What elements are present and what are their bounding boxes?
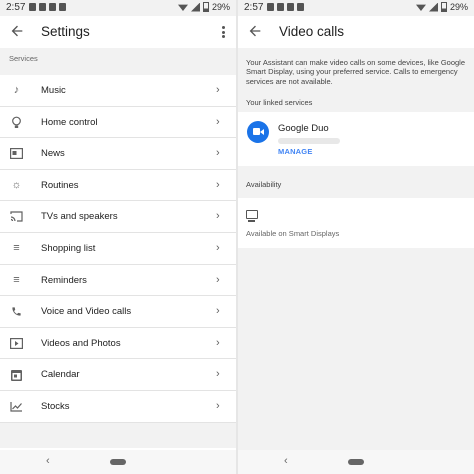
back-arrow-icon[interactable]: [247, 23, 263, 39]
list-item-news[interactable]: News ›: [0, 138, 236, 170]
chevron-right-icon: ›: [216, 115, 220, 128]
phone-icon: [10, 305, 23, 318]
wifi-icon: [415, 4, 426, 11]
chevron-right-icon: ›: [216, 273, 220, 286]
wifi-icon: [177, 4, 188, 11]
list-item-label: Voice and Video calls: [41, 306, 132, 318]
redacted-account: [278, 138, 340, 144]
list-item-label: Routines: [41, 179, 79, 191]
music-note-icon: ♪: [13, 84, 20, 96]
status-bar: 2:57 29%: [238, 0, 474, 16]
chevron-right-icon: ›: [216, 241, 220, 254]
services-list: ♪ Music › Home control › News › ☼ Routin…: [0, 75, 236, 423]
chevron-right-icon: ›: [216, 84, 220, 96]
google-duo-icon: [247, 121, 269, 143]
availability-header: Availability: [246, 180, 282, 189]
status-time: 2:57: [244, 2, 264, 13]
battery-percent: 29%: [211, 2, 230, 12]
list-item-label: News: [41, 148, 65, 160]
list-item-label: Home control: [41, 116, 98, 128]
availability-text: Available on Smart Displays: [246, 229, 340, 238]
navigation-bar: ‹: [238, 450, 474, 474]
news-icon: [10, 147, 23, 160]
list-item-label: Reminders: [41, 274, 87, 286]
list-item-calendar[interactable]: Calendar ›: [0, 359, 236, 391]
settings-list-area: Services ♪ Music › Home control › News ›…: [0, 48, 236, 448]
list-item-label: TVs and speakers: [41, 211, 118, 223]
lightbulb-icon: [10, 116, 23, 129]
list-item-label: Shopping list: [41, 242, 96, 254]
chevron-right-icon: ›: [216, 178, 220, 191]
linked-services-header: Your linked services: [246, 98, 313, 107]
list-item-label: Calendar: [41, 369, 80, 381]
navigation-bar: ‹: [0, 450, 236, 474]
page-title: Video calls: [279, 24, 345, 39]
status-bar: 2:57 29%: [0, 0, 236, 16]
list-item-reminders[interactable]: ≡ Reminders ›: [0, 264, 236, 297]
chevron-right-icon: ›: [216, 368, 220, 381]
cast-icon: [10, 210, 23, 223]
list-item-tvs-speakers[interactable]: TVs and speakers ›: [0, 201, 236, 233]
signal-icon: [190, 2, 200, 12]
routines-sun-icon: ☼: [11, 178, 22, 191]
section-header: Services: [9, 54, 38, 63]
display-icon: [246, 210, 258, 222]
video-calls-content: Your Assistant can make video calls on s…: [238, 48, 474, 450]
stocks-chart-icon: [10, 400, 23, 413]
more-options-icon[interactable]: [218, 24, 228, 40]
list-item-routines[interactable]: ☼ Routines ›: [0, 169, 236, 202]
notification-icons: [267, 3, 304, 11]
list-item-shopping-list[interactable]: ≡ Shopping list ›: [0, 232, 236, 265]
nav-back-icon[interactable]: ‹: [284, 456, 288, 467]
list-item-label: Music: [41, 85, 66, 96]
list-item-videos-photos[interactable]: Videos and Photos ›: [0, 327, 236, 360]
notification-icons: [29, 3, 66, 11]
status-icons: 29%: [415, 2, 468, 12]
nav-home-pill[interactable]: [348, 459, 364, 465]
list-item-stocks[interactable]: Stocks ›: [0, 390, 236, 423]
list-item-voice-video-calls[interactable]: Voice and Video calls ›: [0, 296, 236, 328]
app-bar: Video calls: [238, 16, 474, 48]
chevron-right-icon: ›: [216, 336, 220, 349]
description-text: Your Assistant can make video calls on s…: [246, 58, 466, 86]
play-icon: [10, 337, 23, 350]
app-bar: Settings: [0, 16, 236, 48]
manage-button[interactable]: MANAGE: [278, 147, 313, 156]
nav-back-icon[interactable]: ‹: [46, 456, 50, 467]
calendar-icon: [10, 368, 23, 381]
settings-screen: 2:57 29% Settings Services ♪ Music › Hom…: [0, 0, 236, 474]
battery-icon: [202, 2, 209, 12]
battery-icon: [440, 2, 447, 12]
back-arrow-icon[interactable]: [9, 23, 25, 39]
page-title: Settings: [41, 24, 90, 39]
list-icon: ≡: [13, 241, 20, 254]
video-calls-screen: 2:57 29% Video calls Your Assistant can …: [238, 0, 474, 474]
battery-percent: 29%: [449, 2, 468, 12]
chevron-right-icon: ›: [216, 399, 220, 412]
list-item-home-control[interactable]: Home control ›: [0, 106, 236, 139]
availability-card: Available on Smart Displays: [238, 198, 474, 248]
status-icons: 29%: [177, 2, 230, 12]
nav-home-pill[interactable]: [110, 459, 126, 465]
service-name: Google Duo: [278, 123, 329, 134]
chevron-right-icon: ›: [216, 147, 220, 160]
chevron-right-icon: ›: [216, 305, 220, 318]
linked-service-card: Google Duo MANAGE: [238, 112, 474, 166]
chevron-right-icon: ›: [216, 210, 220, 223]
list-item-label: Videos and Photos: [41, 337, 121, 349]
list-item-label: Stocks: [41, 400, 70, 412]
list-item-music[interactable]: ♪ Music ›: [0, 75, 236, 107]
signal-icon: [428, 2, 438, 12]
reminders-icon: ≡: [13, 273, 20, 286]
status-time: 2:57: [6, 2, 26, 13]
